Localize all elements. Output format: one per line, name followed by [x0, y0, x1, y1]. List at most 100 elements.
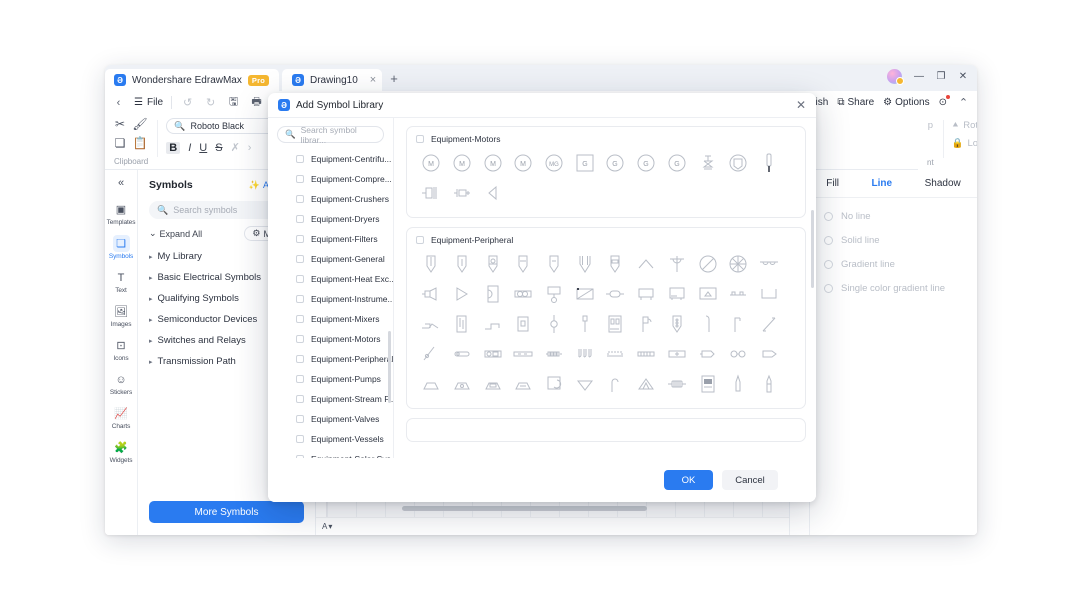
symbol-thumbnail[interactable] [662, 279, 693, 309]
rail-item-stickers[interactable]: ☺ Stickers [106, 366, 137, 400]
more-symbols-button[interactable]: More Symbols [149, 501, 304, 523]
symbol-thumbnail[interactable]: G [600, 148, 631, 178]
ok-button[interactable]: OK [664, 470, 713, 490]
avatar[interactable] [887, 68, 904, 85]
symbol-thumbnail[interactable] [447, 178, 478, 208]
symbol-thumbnail[interactable] [631, 339, 662, 369]
symbol-thumbnail[interactable] [416, 339, 447, 369]
symbol-thumbnail[interactable] [754, 279, 785, 309]
symbol-thumbnail[interactable]: M [447, 148, 478, 178]
symbol-thumbnail[interactable] [754, 369, 785, 399]
lock-button[interactable]: 🔒 Lock▾ [952, 138, 977, 149]
paste-icon[interactable]: 📋 [133, 137, 148, 150]
library-row[interactable]: Equipment-Dryers [268, 209, 393, 229]
back-icon[interactable]: ‹ [111, 97, 126, 109]
symbol-thumbnail[interactable] [754, 339, 785, 369]
library-row[interactable]: Equipment-Peripheral [268, 349, 393, 369]
symbol-thumbnail[interactable] [631, 279, 662, 309]
symbol-thumbnail[interactable]: M [508, 148, 539, 178]
section-checkbox[interactable] [416, 135, 424, 143]
symbol-thumbnail[interactable] [539, 249, 570, 279]
collapse-ribbon-icon[interactable]: ⌃ [956, 96, 971, 109]
rail-item-text[interactable]: T Text [106, 264, 137, 298]
library-checkbox[interactable] [296, 295, 304, 303]
symbol-thumbnail[interactable] [447, 369, 478, 399]
tab-brand[interactable]: Ə Wondershare EdrawMax Pro [105, 69, 279, 91]
library-checkbox[interactable] [296, 395, 304, 403]
symbol-thumbnail[interactable] [569, 309, 600, 339]
rail-item-templates[interactable]: ▣ Templates [106, 196, 137, 230]
tab-shadow[interactable]: Shadow [925, 178, 961, 189]
symbol-thumbnail[interactable] [692, 279, 723, 309]
symbol-thumbnail[interactable] [692, 309, 723, 339]
library-row[interactable]: Equipment-Valves [268, 409, 393, 429]
symbol-grid-peripheral[interactable] [416, 249, 796, 399]
symbol-thumbnail[interactable] [539, 369, 570, 399]
underline-button[interactable]: U [199, 142, 207, 154]
symbol-thumbnail[interactable] [600, 369, 631, 399]
symbol-thumbnail[interactable] [692, 249, 723, 279]
arrange-more[interactable]: p [928, 120, 933, 131]
library-checkbox[interactable] [296, 195, 304, 203]
undo-icon[interactable]: ↺ [180, 96, 195, 109]
library-checkbox[interactable] [296, 375, 304, 383]
symbol-thumbnail[interactable] [416, 279, 447, 309]
minimize-button[interactable]: — [909, 67, 929, 85]
symbol-thumbnail[interactable] [477, 249, 508, 279]
library-checkbox[interactable] [296, 435, 304, 443]
cancel-button[interactable]: Cancel [722, 470, 778, 490]
symbol-thumbnail[interactable]: G [569, 148, 600, 178]
symbol-thumbnail[interactable] [416, 369, 447, 399]
symbol-thumbnail[interactable] [692, 148, 723, 178]
font-more-icon[interactable]: › [248, 142, 252, 154]
tab-drawing10[interactable]: Ə Drawing10 × [281, 69, 383, 91]
library-checkbox[interactable] [296, 355, 304, 363]
library-row[interactable]: Equipment-Centrifu... [268, 149, 393, 169]
close-window-button[interactable]: ✕ [953, 67, 973, 85]
library-row[interactable]: Equipment-Filters [268, 229, 393, 249]
collapse-panel-icon[interactable]: « [118, 177, 124, 189]
close-tab-icon[interactable]: × [370, 74, 376, 86]
symbol-thumbnail[interactable] [600, 249, 631, 279]
symbol-thumbnail[interactable]: G [631, 148, 662, 178]
library-checkbox[interactable] [296, 335, 304, 343]
library-checkbox[interactable] [296, 175, 304, 183]
symbol-thumbnail[interactable] [447, 279, 478, 309]
symbol-thumbnail[interactable] [723, 309, 754, 339]
symbol-thumbnail[interactable] [477, 309, 508, 339]
rail-item-images[interactable]: 🖼 Images [106, 298, 137, 332]
symbol-thumbnail[interactable] [692, 339, 723, 369]
bold-button[interactable]: B [166, 141, 181, 154]
library-checkbox[interactable] [296, 255, 304, 263]
symbol-thumbnail[interactable] [416, 178, 447, 208]
library-row[interactable]: Equipment-Solar Sys... [268, 449, 393, 458]
library-row[interactable]: Equipment-Mixers [268, 309, 393, 329]
tab-fill[interactable]: Fill [826, 178, 839, 189]
symbol-thumbnail[interactable] [662, 369, 693, 399]
symbol-thumbnail[interactable] [662, 309, 693, 339]
option-no-line[interactable]: No line [824, 211, 977, 222]
library-checkbox[interactable] [296, 235, 304, 243]
symbol-thumbnail[interactable]: MG [539, 148, 570, 178]
symbol-thumbnail[interactable] [754, 148, 785, 178]
format-painter-icon[interactable]: 🖌 [132, 118, 147, 131]
font-color-icon[interactable]: A ▾ [322, 522, 332, 531]
help-button[interactable]: ⊙ [939, 95, 951, 108]
symbol-thumbnail[interactable] [600, 339, 631, 369]
symbol-thumbnail[interactable] [508, 369, 539, 399]
symbol-thumbnail[interactable] [416, 249, 447, 279]
library-search-input[interactable]: 🔍 Search symbol librar... [277, 125, 384, 145]
symbol-thumbnail[interactable] [569, 249, 600, 279]
symbol-thumbnail[interactable] [600, 309, 631, 339]
cut-icon[interactable]: ✂ [115, 118, 125, 131]
print-icon[interactable]: 🖶 [249, 93, 264, 112]
symbol-thumbnail[interactable] [477, 279, 508, 309]
option-gradient-line[interactable]: Gradient line [824, 259, 977, 270]
new-tab-button[interactable]: + [382, 69, 406, 91]
symbol-thumbnail[interactable] [662, 339, 693, 369]
library-checkbox[interactable] [296, 315, 304, 323]
symbol-thumbnail[interactable]: G [662, 148, 693, 178]
strikethrough-button[interactable]: S [215, 142, 222, 154]
symbol-thumbnail[interactable] [447, 249, 478, 279]
symbol-thumbnail[interactable] [662, 249, 693, 279]
